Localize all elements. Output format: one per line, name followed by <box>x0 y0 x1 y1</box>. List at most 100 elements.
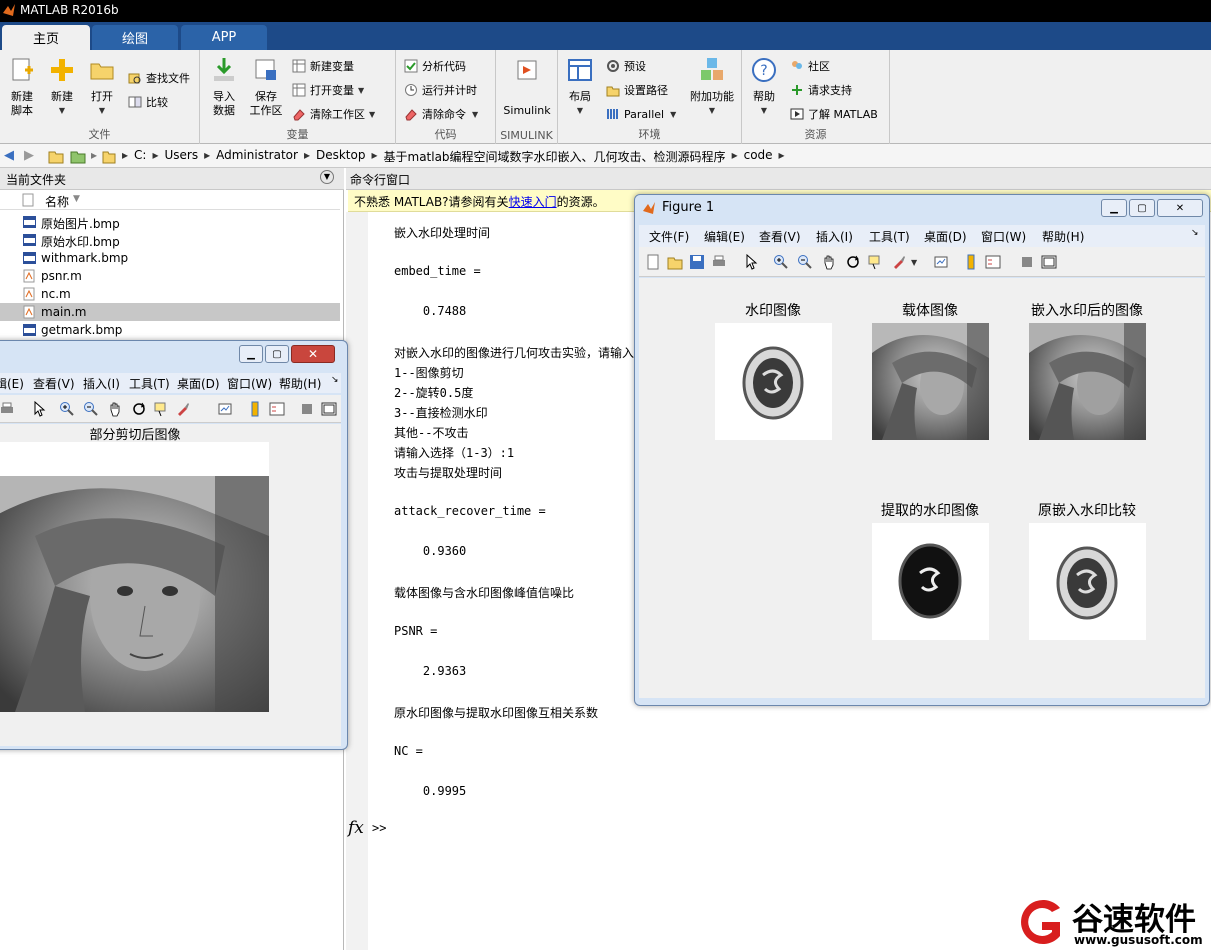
menu-edit[interactable]: 编辑(E) <box>704 228 745 245</box>
menu-desktop[interactable]: 桌面(D) <box>177 375 220 392</box>
community-button[interactable]: 社区 <box>790 56 830 76</box>
menu-overflow-icon[interactable]: ↘ <box>1191 228 1199 238</box>
print-icon[interactable] <box>0 401 15 417</box>
breadcrumb-item[interactable]: 基于matlab编程空间域数字水印嵌入、几何攻击、检测源码程序 <box>384 148 726 165</box>
new-button[interactable]: 新建 ▼ <box>44 56 80 118</box>
layout-button[interactable]: 布局 ▼ <box>562 56 598 118</box>
simulink-button[interactable]: Simulink <box>500 56 554 118</box>
panel-options-icon[interactable]: ▼ <box>320 170 334 184</box>
help-button[interactable]: ? 帮助 ▼ <box>746 56 782 118</box>
show-plot-tools-icon[interactable] <box>321 401 337 417</box>
command-prompt[interactable]: >> <box>372 821 386 835</box>
clear-commands-button[interactable]: 清除命令 ▼ <box>404 104 478 124</box>
menu-overflow-icon[interactable]: ↘ <box>331 375 339 385</box>
close-button[interactable]: ✕ <box>1157 199 1203 217</box>
compare-button[interactable]: 比较 <box>128 92 168 112</box>
breadcrumb-item[interactable]: code <box>744 148 773 165</box>
list-item[interactable]: main.m <box>0 303 340 321</box>
pointer-icon[interactable] <box>743 254 759 270</box>
show-plot-tools-icon[interactable] <box>1041 254 1057 270</box>
menu-help[interactable]: 帮助(H) <box>279 375 321 392</box>
preferences-button[interactable]: 预设 <box>606 56 646 76</box>
forward-icon[interactable]: ▶ <box>24 148 34 163</box>
breadcrumb-item[interactable]: Desktop <box>316 148 366 165</box>
new-figure-icon[interactable] <box>645 254 661 270</box>
parallel-button[interactable]: Parallel ▼ <box>606 104 676 124</box>
find-files-button[interactable]: 查找文件 <box>128 68 190 88</box>
link-plot-icon[interactable] <box>933 254 949 270</box>
list-item[interactable]: getmark.bmp <box>0 321 340 339</box>
fx-icon[interactable]: fx <box>348 818 364 838</box>
column-header[interactable]: 名称 ▼ <box>0 190 340 210</box>
brush-icon[interactable] <box>175 401 191 417</box>
data-cursor-icon[interactable] <box>153 401 169 417</box>
minimize-button[interactable]: ▁ <box>1101 199 1127 217</box>
learn-matlab-button[interactable]: 了解 MATLAB <box>790 104 878 124</box>
zoom-out-icon[interactable] <box>797 254 813 270</box>
colorbar-icon[interactable] <box>247 401 263 417</box>
menu-desktop[interactable]: 桌面(D) <box>924 228 967 245</box>
link-plot-icon[interactable] <box>217 401 233 417</box>
breadcrumb-item[interactable]: Users <box>164 148 198 165</box>
pointer-icon[interactable] <box>31 401 47 417</box>
zoom-out-icon[interactable] <box>83 401 99 417</box>
menu-window[interactable]: 窗口(W) <box>981 228 1026 245</box>
new-script-button[interactable]: 新建 脚本 <box>4 56 40 118</box>
tab-plots[interactable]: 绘图 <box>92 25 178 50</box>
menu-file[interactable]: 文件(F) <box>649 228 689 245</box>
zoom-in-icon[interactable] <box>59 401 75 417</box>
tab-home[interactable]: 主页 <box>2 25 90 50</box>
list-item[interactable]: withmark.bmp <box>0 249 340 267</box>
menu-tools[interactable]: 工具(T) <box>869 228 910 245</box>
list-item[interactable]: 原始图片.bmp <box>0 213 340 231</box>
menu-view[interactable]: 查看(V) <box>33 375 75 392</box>
clear-workspace-button[interactable]: 清除工作区 ▼ <box>292 104 375 124</box>
save-icon[interactable] <box>689 254 705 270</box>
pan-icon[interactable] <box>107 401 123 417</box>
request-support-button[interactable]: 请求支持 <box>790 80 852 100</box>
rotate-icon[interactable] <box>131 401 147 417</box>
legend-icon[interactable] <box>269 401 285 417</box>
menu-tools[interactable]: 工具(T) <box>129 375 170 392</box>
breadcrumb-item[interactable]: C: <box>134 148 146 165</box>
set-path-button[interactable]: 设置路径 <box>606 80 668 100</box>
zoom-in-icon[interactable] <box>773 254 789 270</box>
browse-folder-icon[interactable] <box>70 148 86 164</box>
tab-apps[interactable]: APP <box>181 25 267 50</box>
add-ons-button[interactable]: 附加功能 ▼ <box>686 56 738 118</box>
print-icon[interactable] <box>711 254 727 270</box>
menu-insert[interactable]: 插入(I) <box>83 375 120 392</box>
open-button[interactable]: 打开 ▼ <box>84 56 120 118</box>
new-variable-button[interactable]: 新建变量 <box>292 56 354 76</box>
menu-view[interactable]: 查看(V) <box>759 228 801 245</box>
hide-plot-tools-icon[interactable] <box>1019 254 1035 270</box>
breadcrumb-item[interactable]: Administrator <box>216 148 298 165</box>
brush-icon[interactable] <box>891 254 907 270</box>
data-cursor-icon[interactable] <box>867 254 883 270</box>
list-item[interactable]: nc.m <box>0 285 340 303</box>
rotate-icon[interactable] <box>845 254 861 270</box>
hide-plot-tools-icon[interactable] <box>299 401 315 417</box>
close-button[interactable]: ✕ <box>291 345 335 363</box>
up-folder-icon[interactable] <box>48 148 64 164</box>
minimize-button[interactable]: ▁ <box>239 345 263 363</box>
save-workspace-button[interactable]: 保存 工作区 <box>246 56 286 118</box>
menu-window[interactable]: 窗口(W) <box>227 375 272 392</box>
analyze-code-button[interactable]: 分析代码 <box>404 56 466 76</box>
open-variable-button[interactable]: 打开变量 ▼ <box>292 80 364 100</box>
import-data-button[interactable]: 导入 数据 <box>204 56 244 118</box>
maximize-button[interactable]: ▢ <box>265 345 289 363</box>
legend-icon[interactable] <box>985 254 1001 270</box>
list-item[interactable]: psnr.m <box>0 267 340 285</box>
menu-help[interactable]: 帮助(H) <box>1042 228 1084 245</box>
maximize-button[interactable]: ▢ <box>1129 199 1155 217</box>
menu-edit[interactable]: 辑(E) <box>0 375 24 392</box>
pan-icon[interactable] <box>821 254 837 270</box>
back-icon[interactable]: ◀ <box>4 148 14 163</box>
colorbar-icon[interactable] <box>963 254 979 270</box>
chevron-down-icon[interactable]: ▼ <box>911 258 917 267</box>
run-and-time-button[interactable]: 运行并计时 <box>404 80 477 100</box>
list-item[interactable]: 原始水印.bmp <box>0 231 340 249</box>
open-file-icon[interactable] <box>667 254 683 270</box>
getting-started-link[interactable]: 快速入门 <box>509 195 557 209</box>
